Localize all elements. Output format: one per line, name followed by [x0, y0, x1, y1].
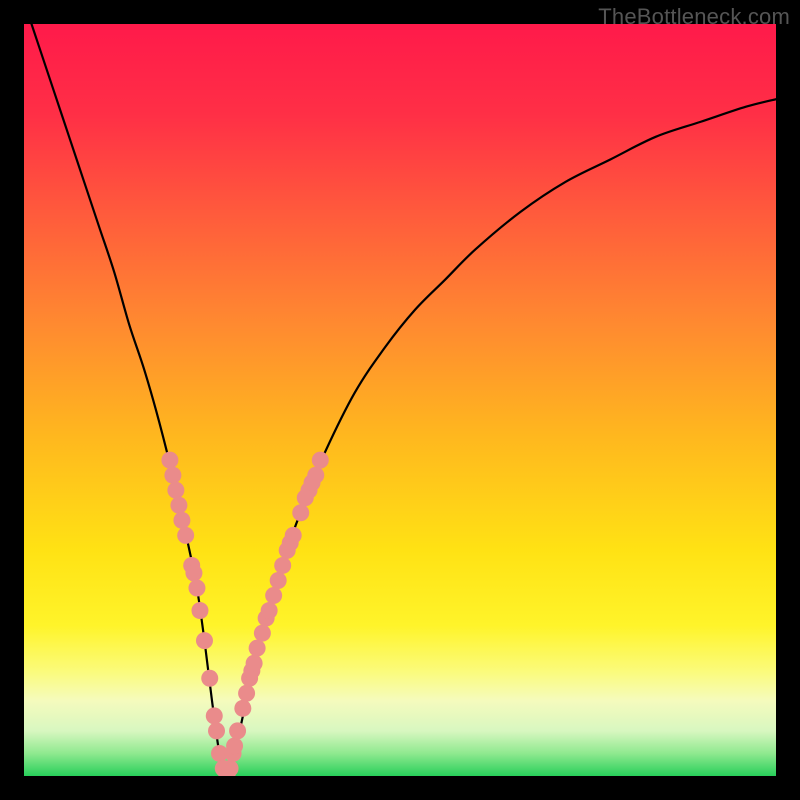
data-point-marker — [265, 587, 282, 604]
data-point-marker — [261, 602, 278, 619]
data-point-marker — [285, 527, 302, 544]
data-point-marker — [173, 512, 190, 529]
data-point-marker — [307, 467, 324, 484]
data-point-marker — [238, 685, 255, 702]
data-point-marker — [188, 580, 205, 597]
data-point-marker — [312, 452, 329, 469]
data-point-marker — [246, 655, 263, 672]
data-point-marker — [249, 640, 266, 657]
data-point-marker — [170, 497, 187, 514]
data-point-marker — [201, 670, 218, 687]
watermark-text: TheBottleneck.com — [598, 4, 790, 30]
data-point-marker — [270, 572, 287, 589]
data-point-marker — [185, 564, 202, 581]
data-point-marker — [208, 722, 225, 739]
data-point-marker — [254, 625, 271, 642]
data-point-marker — [191, 602, 208, 619]
data-point-marker — [206, 707, 223, 724]
data-point-marker — [292, 504, 309, 521]
chart-frame: TheBottleneck.com — [0, 0, 800, 800]
bottleneck-chart — [24, 24, 776, 776]
data-point-marker — [161, 452, 178, 469]
data-point-marker — [226, 737, 243, 754]
data-point-marker — [177, 527, 194, 544]
data-point-marker — [164, 467, 181, 484]
data-point-marker — [229, 722, 246, 739]
data-point-marker — [274, 557, 291, 574]
data-point-marker — [167, 482, 184, 499]
data-point-marker — [196, 632, 213, 649]
gradient-background — [24, 24, 776, 776]
data-point-marker — [234, 700, 251, 717]
